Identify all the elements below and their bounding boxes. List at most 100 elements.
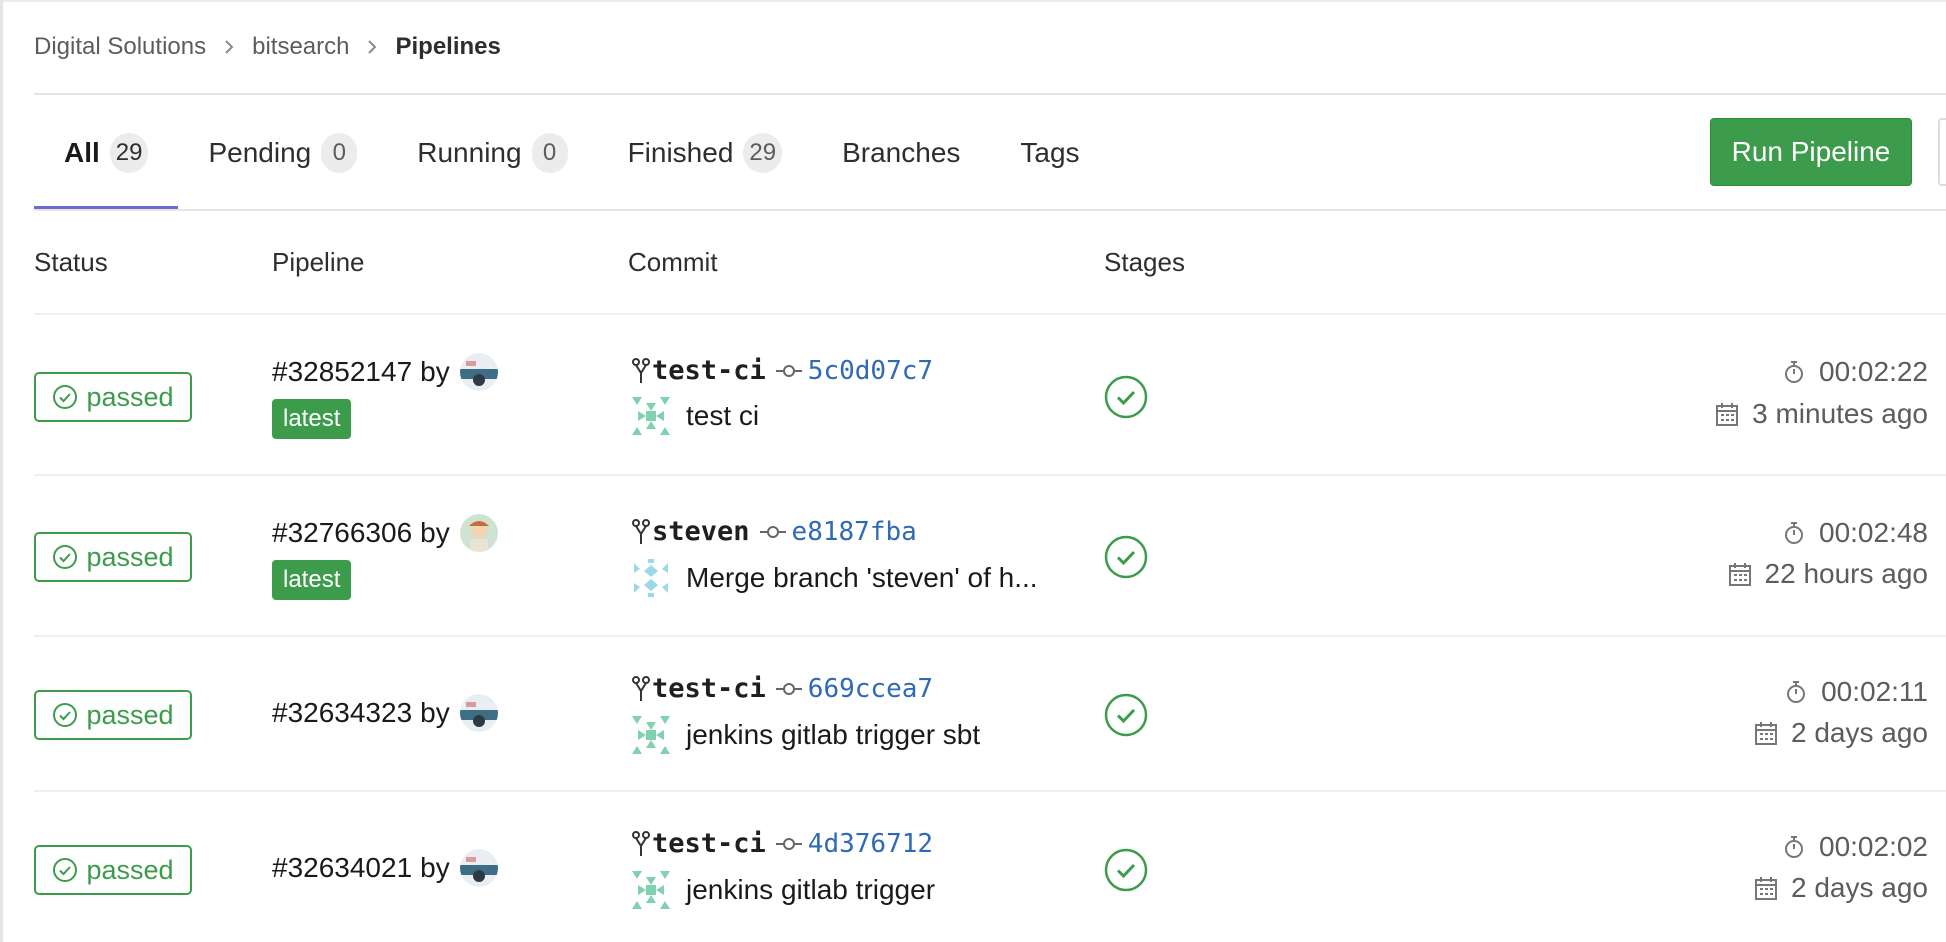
count-badge: 29	[109, 133, 149, 173]
commit-message-link[interactable]: Merge branch 'steven' of h...	[686, 562, 1038, 594]
commit-ref: test-ci 5c0d07c7	[632, 355, 933, 386]
status-badge[interactable]: passed	[34, 372, 192, 422]
stage-success-icon[interactable]	[1104, 848, 1148, 892]
tab-pending[interactable]: Pending 0	[208, 96, 358, 210]
commit-icon	[775, 837, 802, 851]
pipeline-id: #32634323 by	[272, 694, 498, 732]
tab-running[interactable]: Running 0	[417, 96, 568, 210]
tab-label: All	[64, 137, 100, 168]
count-badge: 0	[321, 133, 358, 173]
chevron-right-icon	[367, 40, 377, 54]
breadcrumb: Digital Solutions bitsearch Pipelines	[34, 32, 501, 62]
pipeline-finished-time: 22 hours ago	[1728, 558, 1928, 590]
branch-icon	[632, 675, 650, 701]
status-label: passed	[86, 541, 174, 572]
pipeline-link[interactable]: #32634323	[272, 697, 412, 729]
tab-branches[interactable]: Branches	[842, 96, 960, 210]
commit-message-link[interactable]: test ci	[686, 400, 759, 432]
secondary-action-button[interactable]	[1938, 118, 1946, 186]
stage-success-icon[interactable]	[1104, 693, 1148, 737]
status-badge[interactable]: passed	[34, 690, 192, 740]
pipeline-finished-time: 2 days ago	[1755, 872, 1928, 904]
commit-sha-link[interactable]: 5c0d07c7	[808, 356, 933, 386]
branch-icon	[632, 830, 650, 856]
avatar[interactable]	[459, 514, 498, 552]
tab-label: Pending	[208, 137, 312, 168]
pipeline-tabs: All 29 Pending 0 Running 0 Finished 29 B…	[34, 96, 1140, 210]
status-label: passed	[86, 854, 174, 885]
stage-success-icon[interactable]	[1104, 375, 1148, 419]
status-label: passed	[86, 699, 174, 730]
tab-tags[interactable]: Tags	[1020, 96, 1079, 210]
commit-message: Merge branch 'steven' of h...	[632, 559, 1038, 597]
calendar-icon	[1716, 403, 1739, 426]
by-label: by	[420, 517, 450, 548]
commit-message-link[interactable]: jenkins gitlab trigger sbt	[686, 719, 980, 751]
by-label: by	[420, 356, 450, 387]
check-circle-icon	[53, 545, 78, 569]
commit-sha-link[interactable]: 4d376712	[808, 829, 933, 859]
chevron-right-icon	[224, 40, 234, 54]
commit-ref: test-ci 669ccea7	[632, 673, 933, 704]
commit-message-link[interactable]: jenkins gitlab trigger	[686, 874, 935, 906]
pipeline-link[interactable]: #32634021	[272, 852, 412, 884]
run-pipeline-button[interactable]: Run Pipeline	[1710, 118, 1912, 186]
commit-sha-link[interactable]: e8187fba	[792, 517, 917, 547]
time-ago-label: 22 hours ago	[1764, 558, 1928, 589]
breadcrumb-item-bitsearch[interactable]: bitsearch	[252, 33, 349, 61]
commit-icon	[775, 364, 802, 378]
check-circle-icon	[53, 858, 78, 882]
column-header-pipeline: Pipeline	[272, 247, 365, 277]
commit-sha-link[interactable]: 669ccea7	[808, 674, 933, 704]
branch-link[interactable]: test-ci	[652, 828, 766, 859]
avatar[interactable]	[459, 694, 498, 732]
window-top-border	[0, 0, 1946, 2]
commit-icon	[775, 682, 802, 696]
branch-icon	[632, 518, 650, 544]
pipeline-duration: 00:02:11	[1785, 676, 1928, 708]
tab-all[interactable]: All 29	[34, 96, 179, 210]
breadcrumb-current[interactable]: Pipelines	[395, 33, 500, 61]
timer-icon	[1787, 681, 1806, 703]
latest-badge: latest	[272, 560, 352, 600]
calendar-icon	[1728, 563, 1751, 586]
stage-success-icon[interactable]	[1104, 535, 1148, 579]
tab-label: Finished	[627, 137, 734, 168]
branch-link[interactable]: steven	[652, 516, 750, 547]
branch-link[interactable]: test-ci	[652, 673, 766, 704]
breadcrumb-item-digital-solutions[interactable]: Digital Solutions	[34, 33, 206, 61]
commit-icon	[759, 525, 786, 539]
duration-label: 00:02:11	[1821, 676, 1928, 707]
column-header-status: Status	[34, 247, 108, 277]
pipeline-link[interactable]: #32766306	[272, 517, 412, 549]
tab-label: Tags	[1020, 137, 1080, 168]
tab-finished[interactable]: Finished 29	[628, 96, 783, 210]
tab-label: Branches	[842, 137, 961, 168]
status-badge[interactable]: passed	[34, 532, 192, 582]
table-row: passed #32634021 by test-ci 4d376712 jen…	[0, 792, 1946, 942]
timer-icon	[1785, 361, 1803, 383]
count-badge: 29	[743, 133, 783, 173]
column-header-commit: Commit	[628, 247, 718, 277]
by-label: by	[420, 852, 450, 883]
timer-icon	[1785, 522, 1803, 544]
check-circle-icon	[53, 385, 78, 409]
pipeline-id: #32634021 by	[272, 849, 498, 887]
avatar[interactable]	[459, 353, 498, 391]
status-badge[interactable]: passed	[34, 845, 192, 895]
commit-message: test ci	[632, 397, 759, 435]
identicon-avatar	[632, 559, 670, 597]
commit-message: jenkins gitlab trigger sbt	[632, 716, 980, 754]
pipeline-finished-time: 3 minutes ago	[1716, 398, 1928, 430]
avatar[interactable]	[459, 849, 498, 887]
latest-badge: latest	[272, 399, 352, 439]
pipeline-link[interactable]: #32852147	[272, 356, 412, 388]
by-label: by	[420, 697, 450, 728]
commit-ref: steven e8187fba	[632, 516, 917, 547]
time-ago-label: 2 days ago	[1791, 717, 1928, 748]
branch-link[interactable]: test-ci	[652, 355, 766, 386]
calendar-icon	[1755, 722, 1777, 745]
pipeline-finished-time: 2 days ago	[1755, 717, 1928, 749]
pipeline-id: #32852147 by	[272, 353, 498, 391]
duration-label: 00:02:02	[1819, 831, 1928, 862]
